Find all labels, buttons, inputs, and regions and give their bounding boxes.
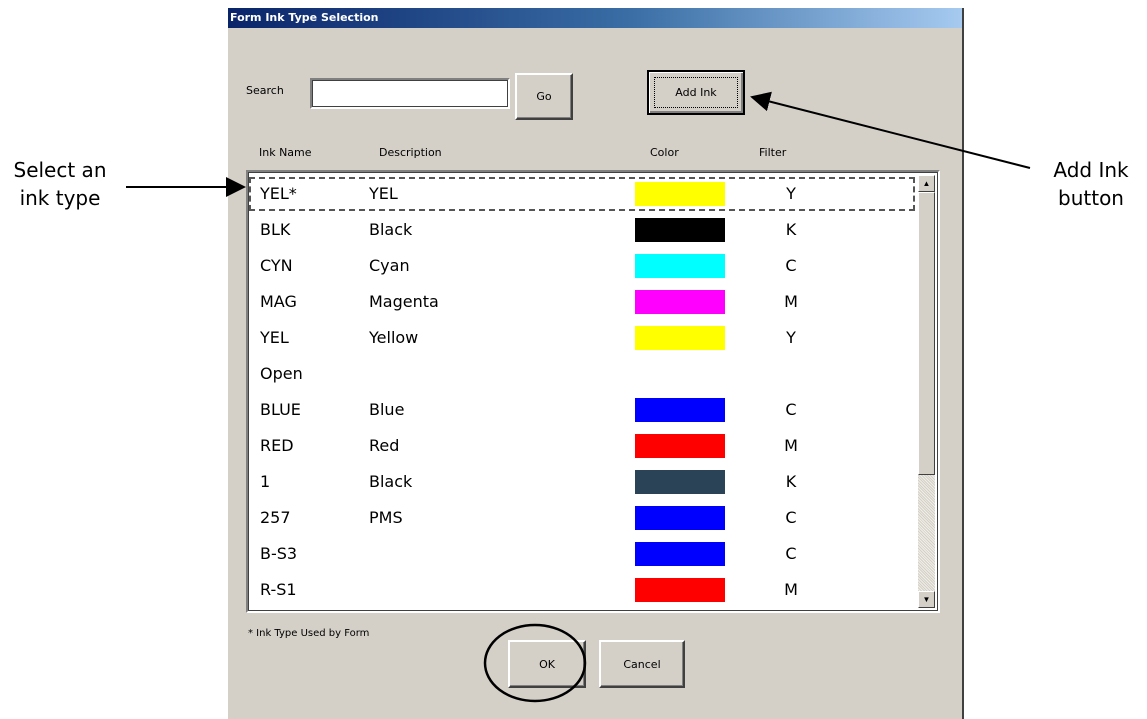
vertical-scrollbar[interactable]: ▲ ▼ bbox=[918, 175, 935, 608]
ink-name: YEL* bbox=[260, 184, 297, 203]
ink-description: Black bbox=[369, 472, 413, 491]
ink-description: Magenta bbox=[369, 292, 439, 311]
ink-name: BLK bbox=[260, 220, 291, 239]
scroll-up-arrow-icon[interactable]: ▲ bbox=[918, 175, 935, 192]
ok-button[interactable]: OK bbox=[508, 640, 586, 688]
column-header-description: Description bbox=[379, 146, 442, 159]
ink-name: YEL bbox=[260, 328, 289, 347]
ink-filter: K bbox=[785, 472, 797, 491]
ink-list[interactable]: R-S1 M B-S3 C 257 PMS C 1 Black K RED Red M BLUE Blue C… bbox=[246, 170, 940, 613]
focus-rect bbox=[654, 77, 738, 108]
ink-color-swatch bbox=[635, 326, 725, 350]
annotation-add-ink-button: Add Ink button bbox=[1053, 158, 1129, 210]
ink-row[interactable] bbox=[248, 608, 916, 611]
ink-name: RED bbox=[260, 436, 294, 455]
ink-filter: K bbox=[785, 220, 797, 239]
ink-filter: M bbox=[784, 436, 798, 455]
ink-row[interactable]: R-S1 M bbox=[248, 572, 916, 608]
ink-row[interactable]: 1 Black K bbox=[248, 464, 916, 500]
go-button-label: Go bbox=[536, 90, 552, 103]
ink-color-swatch bbox=[635, 542, 725, 566]
ink-description: YEL bbox=[369, 184, 398, 203]
ink-filter: M bbox=[784, 580, 798, 599]
dialog-window: Form Ink Type Selection Search Go Add In… bbox=[228, 8, 964, 719]
window-title: Form Ink Type Selection bbox=[230, 11, 379, 24]
ink-row[interactable]: BLUE Blue C bbox=[248, 392, 916, 428]
ink-row[interactable]: B-S3 C bbox=[248, 536, 916, 572]
ink-row[interactable]: 257 PMS C bbox=[248, 500, 916, 536]
ink-name: 257 bbox=[260, 508, 291, 527]
ink-color-swatch bbox=[635, 254, 725, 278]
column-header-ink-name: Ink Name bbox=[259, 146, 312, 159]
ink-filter: Y bbox=[786, 328, 796, 347]
ink-row[interactable]: CYN Cyan C bbox=[248, 248, 916, 284]
ink-row[interactable]: YEL* YEL Y bbox=[248, 176, 916, 212]
search-input[interactable] bbox=[310, 78, 510, 109]
ink-color-swatch bbox=[635, 470, 725, 494]
ink-name: R-S1 bbox=[260, 580, 297, 599]
ink-row[interactable]: RED Red M bbox=[248, 428, 916, 464]
scrollbar-thumb[interactable] bbox=[918, 192, 935, 475]
ink-name: CYN bbox=[260, 256, 293, 275]
ink-description: Red bbox=[369, 436, 400, 455]
ink-color-swatch bbox=[635, 218, 725, 242]
ink-name: BLUE bbox=[260, 400, 301, 419]
ink-filter: C bbox=[785, 256, 797, 275]
ink-description: Cyan bbox=[369, 256, 410, 275]
ink-color-swatch bbox=[635, 182, 725, 206]
footnote: * Ink Type Used by Form bbox=[248, 628, 370, 639]
column-header-filter: Filter bbox=[759, 146, 787, 159]
ink-color-swatch bbox=[635, 398, 725, 422]
column-header-color: Color bbox=[650, 146, 679, 159]
ink-color-swatch bbox=[635, 506, 725, 530]
ink-row[interactable]: BLK Black K bbox=[248, 212, 916, 248]
go-button[interactable]: Go bbox=[515, 73, 573, 120]
search-label: Search bbox=[246, 84, 284, 97]
ink-filter: M bbox=[784, 292, 798, 311]
ink-row[interactable]: MAG Magenta M bbox=[248, 284, 916, 320]
scroll-down-arrow-icon[interactable]: ▼ bbox=[918, 591, 935, 608]
ink-filter: Y bbox=[786, 184, 796, 203]
cancel-button-label: Cancel bbox=[623, 657, 661, 671]
ink-filter: C bbox=[785, 400, 797, 419]
ink-name: B-S3 bbox=[260, 544, 298, 563]
ink-color-swatch bbox=[635, 434, 725, 458]
ink-description: Blue bbox=[369, 400, 405, 419]
ink-color-swatch bbox=[635, 578, 725, 602]
ink-row[interactable]: Open bbox=[248, 356, 916, 392]
ink-description: Yellow bbox=[369, 328, 419, 347]
ink-row[interactable]: YEL Yellow Y bbox=[248, 320, 916, 356]
ink-color-swatch bbox=[635, 290, 725, 314]
title-bar[interactable]: Form Ink Type Selection bbox=[228, 8, 962, 28]
ink-name: MAG bbox=[260, 292, 297, 311]
ink-name: Open bbox=[260, 364, 303, 383]
annotation-select-ink: Select an ink type bbox=[13, 158, 107, 210]
ink-name: 1 bbox=[260, 472, 271, 491]
ink-filter: C bbox=[785, 508, 797, 527]
ink-description: Black bbox=[369, 220, 413, 239]
cancel-button[interactable]: Cancel bbox=[599, 640, 685, 688]
add-ink-button[interactable]: Add Ink bbox=[647, 70, 745, 115]
ink-description: PMS bbox=[369, 508, 403, 527]
ok-button-label: OK bbox=[539, 657, 555, 671]
ink-filter: C bbox=[785, 544, 797, 563]
